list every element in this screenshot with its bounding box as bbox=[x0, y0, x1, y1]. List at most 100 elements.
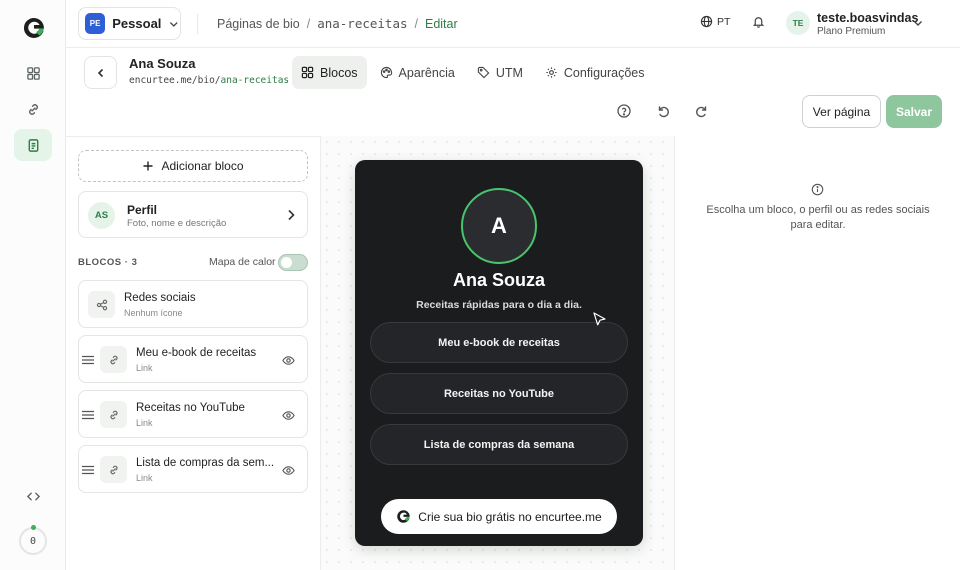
add-block-label: Adicionar bloco bbox=[161, 159, 244, 173]
preview-link-button[interactable]: Meu e-book de receitas bbox=[370, 322, 628, 363]
globe-icon bbox=[700, 15, 713, 28]
link-block-2[interactable]: Receitas no YouTube Link bbox=[78, 390, 308, 438]
rail-developer-button[interactable] bbox=[14, 480, 52, 512]
profile-card[interactable]: AS Perfil Foto, nome e descrição bbox=[78, 191, 308, 238]
inspector-empty-message: Escolha um bloco, o perfil ou as redes s… bbox=[706, 204, 930, 231]
bell-icon bbox=[752, 17, 765, 28]
page-url[interactable]: encurtee.me/bio/ana-receitas bbox=[129, 75, 289, 86]
profile-subtitle: Foto, nome e descrição bbox=[127, 218, 227, 229]
link-block-1[interactable]: Meu e-book de receitas Link bbox=[78, 335, 308, 383]
link-tile bbox=[100, 456, 127, 483]
language-selector[interactable]: PT bbox=[700, 15, 730, 28]
blocks-count: BLOCOS · 3 bbox=[78, 257, 138, 268]
preview-link-button[interactable]: Lista de compras da semana bbox=[370, 424, 628, 465]
usage-counter[interactable]: 0 bbox=[19, 527, 47, 555]
breadcrumb-separator: / bbox=[306, 16, 311, 31]
link-block-3[interactable]: Lista de compras da sem... Link bbox=[78, 445, 308, 493]
language-code: PT bbox=[717, 15, 731, 28]
rail-dashboard-button[interactable] bbox=[14, 57, 52, 89]
mouse-cursor-icon bbox=[593, 312, 606, 326]
tab-label: UTM bbox=[495, 65, 523, 80]
link-title: Lista de compras da sem... bbox=[136, 457, 275, 469]
tab-utm[interactable]: UTM bbox=[468, 56, 532, 89]
tag-icon bbox=[477, 66, 490, 79]
undo-icon[interactable] bbox=[655, 103, 671, 119]
document-icon bbox=[28, 138, 38, 152]
plus-icon bbox=[143, 161, 153, 171]
palette-icon bbox=[380, 66, 392, 79]
social-networks-block[interactable]: Redes sociais Nenhum ícone bbox=[78, 280, 308, 328]
page-url-slug: ana-receitas bbox=[220, 75, 290, 86]
user-name[interactable]: teste.boasvindas bbox=[817, 11, 918, 25]
tab-label: Blocos bbox=[320, 65, 358, 80]
link-type: Link bbox=[136, 473, 153, 483]
save-button[interactable]: Salvar bbox=[886, 95, 942, 128]
link-icon bbox=[109, 410, 118, 419]
link-icon bbox=[28, 103, 38, 115]
heatmap-label: Mapa de calor bbox=[209, 256, 276, 268]
breadcrumb-slug[interactable]: ana-receitas bbox=[317, 16, 407, 31]
notifications-button[interactable] bbox=[752, 15, 765, 31]
link-title: Meu e-book de receitas bbox=[136, 347, 257, 359]
tab-appearance[interactable]: Aparência bbox=[371, 56, 464, 89]
breadcrumb-current: Editar bbox=[424, 16, 458, 31]
top-bar: PE Pessoal Páginas de bio / ana-receitas… bbox=[66, 0, 960, 48]
preview-canvas: A Ana Souza Receitas rápidas para o dia … bbox=[320, 136, 675, 570]
status-dot bbox=[31, 525, 36, 530]
workspace-badge: PE bbox=[85, 13, 106, 34]
code-icon bbox=[26, 492, 40, 500]
link-icon bbox=[109, 465, 118, 474]
preview-cta-label: Crie sua bio grátis no encurtee.me bbox=[418, 509, 602, 524]
view-page-button[interactable]: Ver página bbox=[802, 95, 881, 128]
header-divider bbox=[197, 14, 198, 34]
chevron-down-icon[interactable] bbox=[912, 17, 924, 29]
breadcrumb-bio-pages[interactable]: Páginas de bio bbox=[217, 17, 300, 31]
share-tile bbox=[88, 291, 115, 318]
help-icon[interactable] bbox=[616, 103, 632, 119]
social-subtitle: Nenhum ícone bbox=[124, 308, 183, 318]
dashboard-icon bbox=[26, 66, 40, 80]
info-icon bbox=[811, 183, 824, 196]
eye-icon[interactable] bbox=[282, 354, 295, 367]
phone-preview: A Ana Souza Receitas rápidas para o dia … bbox=[355, 160, 643, 546]
rail-bio-pages-button[interactable] bbox=[14, 129, 52, 161]
app-logo-icon bbox=[397, 510, 410, 523]
breadcrumb-separator: / bbox=[414, 16, 418, 31]
link-type: Link bbox=[136, 418, 153, 428]
drag-handle-icon[interactable] bbox=[82, 410, 94, 420]
eye-icon[interactable] bbox=[282, 409, 295, 422]
chevron-right-icon bbox=[288, 209, 295, 221]
chevron-left-icon bbox=[97, 68, 103, 77]
rail-links-button[interactable] bbox=[14, 93, 52, 125]
app-logo-icon[interactable] bbox=[22, 16, 46, 40]
heatmap-toggle[interactable] bbox=[278, 254, 308, 271]
add-block-button[interactable]: Adicionar bloco bbox=[78, 150, 308, 182]
social-title: Redes sociais bbox=[124, 292, 196, 304]
tab-blocks[interactable]: Blocos bbox=[292, 56, 367, 89]
workspace-switcher[interactable]: PE Pessoal bbox=[78, 7, 181, 40]
page-url-prefix: encurtee.me/bio/ bbox=[129, 75, 221, 86]
back-button[interactable] bbox=[84, 56, 117, 89]
user-avatar[interactable]: TE bbox=[786, 11, 810, 35]
link-type: Link bbox=[136, 363, 153, 373]
preview-link-button[interactable]: Receitas no YouTube bbox=[370, 373, 628, 414]
workspace-name: Pessoal bbox=[112, 16, 162, 31]
preview-avatar[interactable]: A bbox=[461, 188, 537, 264]
eye-icon[interactable] bbox=[282, 464, 295, 477]
preview-description[interactable]: Receitas rápidas para o dia a dia. bbox=[355, 299, 643, 311]
redo-icon[interactable] bbox=[694, 103, 710, 119]
drag-handle-icon[interactable] bbox=[82, 355, 94, 365]
user-plan: Plano Premium bbox=[817, 26, 886, 37]
profile-title: Perfil bbox=[127, 203, 158, 217]
profile-avatar: AS bbox=[88, 202, 115, 229]
tab-settings[interactable]: Configurações bbox=[536, 56, 654, 89]
drag-handle-icon[interactable] bbox=[82, 465, 94, 475]
preview-name[interactable]: Ana Souza bbox=[355, 270, 643, 291]
chevron-down-icon bbox=[170, 21, 179, 27]
link-title: Receitas no YouTube bbox=[136, 402, 245, 414]
grid-icon bbox=[301, 66, 314, 79]
blocks-panel: Adicionar bloco AS Perfil Foto, nome e d… bbox=[66, 136, 320, 570]
share-icon bbox=[96, 299, 107, 310]
preview-cta-button[interactable]: Crie sua bio grátis no encurtee.me bbox=[381, 499, 617, 534]
link-icon bbox=[109, 355, 118, 364]
